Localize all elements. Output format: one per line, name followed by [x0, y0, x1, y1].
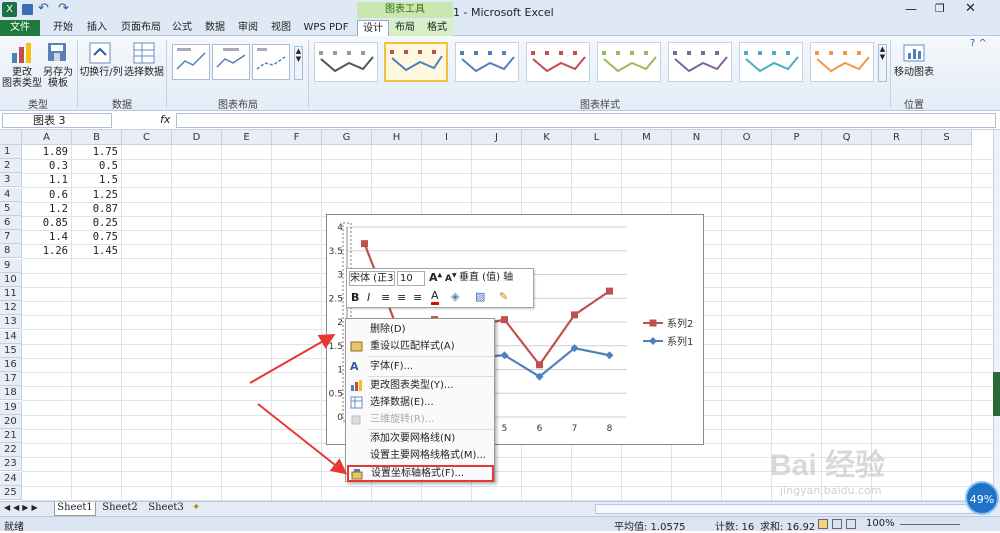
new-sheet-icon[interactable]: ✦ — [192, 502, 200, 513]
watermark-url: jingyan.baidu.com — [780, 484, 882, 497]
arrow-to-format-axis — [257, 403, 348, 475]
sheet-nav-icon[interactable]: ◀◀▶▶ — [4, 503, 41, 512]
progress-badge: 49% — [965, 481, 999, 515]
arrow-to-axis — [249, 334, 336, 384]
view-page-break-icon[interactable] — [846, 519, 856, 529]
status-bar: 就绪 平均值: 1.0575 计数: 16 求和: 16.92 100% — [0, 516, 1000, 533]
watermark-brand: Bai 经验 — [770, 449, 886, 482]
zoom-slider[interactable] — [900, 524, 960, 525]
scroll-thumb[interactable] — [993, 372, 1000, 416]
sheet-tab-sheet2[interactable]: Sheet2 — [98, 502, 142, 516]
view-page-layout-icon[interactable] — [832, 519, 842, 529]
baidu-watermark: Bai 经验 jingyan.baidu.com — [770, 440, 885, 497]
view-normal-icon[interactable] — [818, 519, 828, 529]
vertical-scrollbar[interactable] — [993, 130, 1000, 501]
zoom-level[interactable]: 100% — [866, 518, 895, 529]
horizontal-scrollbar[interactable] — [595, 504, 990, 514]
sheet-tab-bar: ◀◀▶▶ Sheet1 Sheet2 Sheet3 ✦ — [0, 501, 1000, 516]
sheet-tab-sheet1[interactable]: Sheet1 — [54, 502, 96, 516]
sheet-tab-sheet3[interactable]: Sheet3 — [144, 502, 188, 516]
